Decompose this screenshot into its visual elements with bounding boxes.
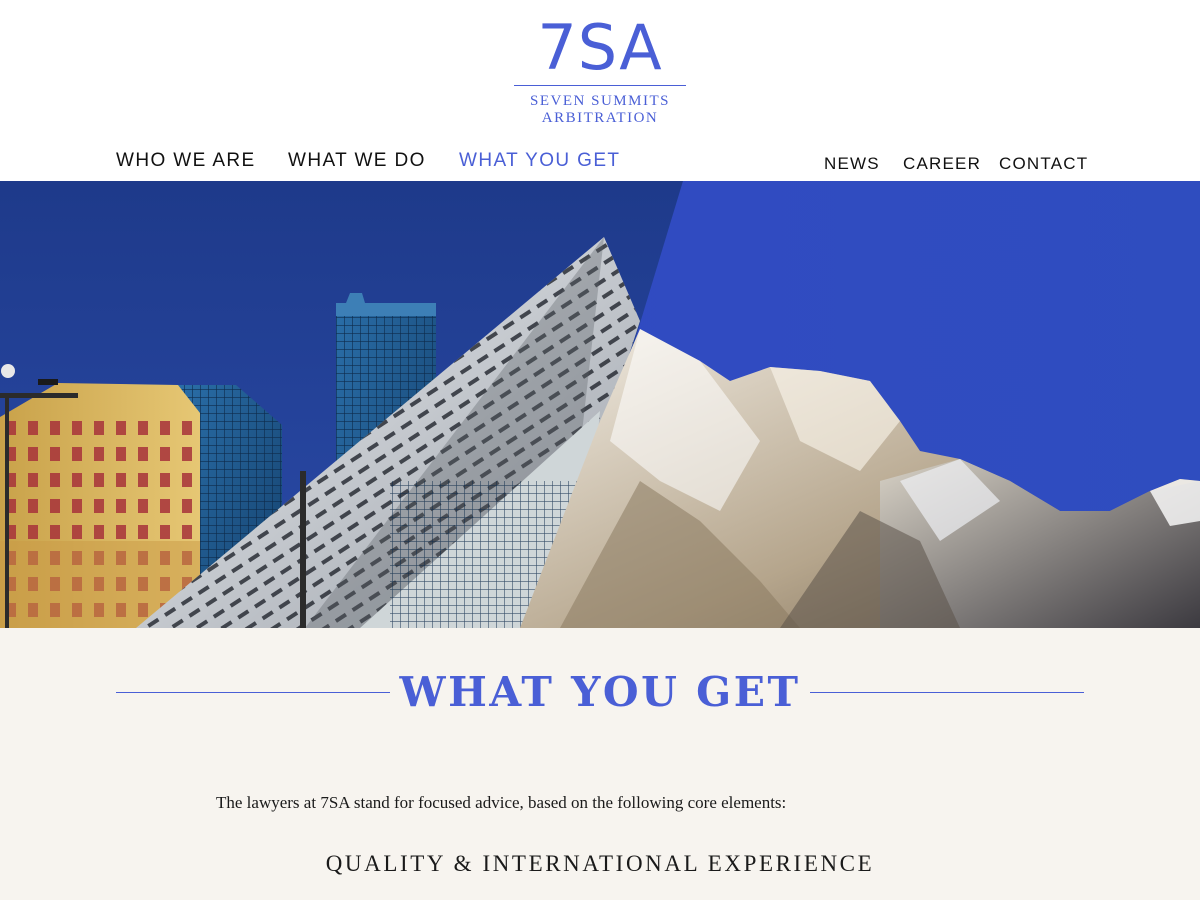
nav-what-we-do[interactable]: WHAT WE DO [288,150,426,172]
page-title: WHAT YOU GET [399,668,801,716]
main-content: WHAT YOU GET The lawyers at 7SA stand fo… [0,628,1200,900]
site-header: 7SA SEVEN SUMMITS ARBITRATION WHO WE ARE… [0,0,1200,181]
nav-contact[interactable]: CONTACT [999,154,1088,174]
logo-mark: 7SA [537,11,663,84]
intro-text: The lawyers at 7SA stand for focused adv… [216,793,787,812]
hero-collage-illustration [0,181,1200,628]
hero-image [0,181,1200,628]
heading-rule-right [810,692,1084,693]
nav-what-you-get[interactable]: WHAT YOU GET [459,150,620,172]
logo-tagline-line1: SEVEN SUMMITS [530,93,670,109]
logo-divider [514,85,686,86]
nav-news[interactable]: NEWS [824,154,880,174]
heading-rule-left [116,692,390,693]
logo[interactable]: 7SA SEVEN SUMMITS ARBITRATION [514,14,686,130]
nav-who-we-are[interactable]: WHO WE ARE [116,150,256,172]
logo-tagline-line2: ARBITRATION [541,110,659,126]
section-subheading: QUALITY & INTERNATIONAL EXPERIENCE [325,851,875,876]
nav-career[interactable]: CAREER [903,154,981,174]
